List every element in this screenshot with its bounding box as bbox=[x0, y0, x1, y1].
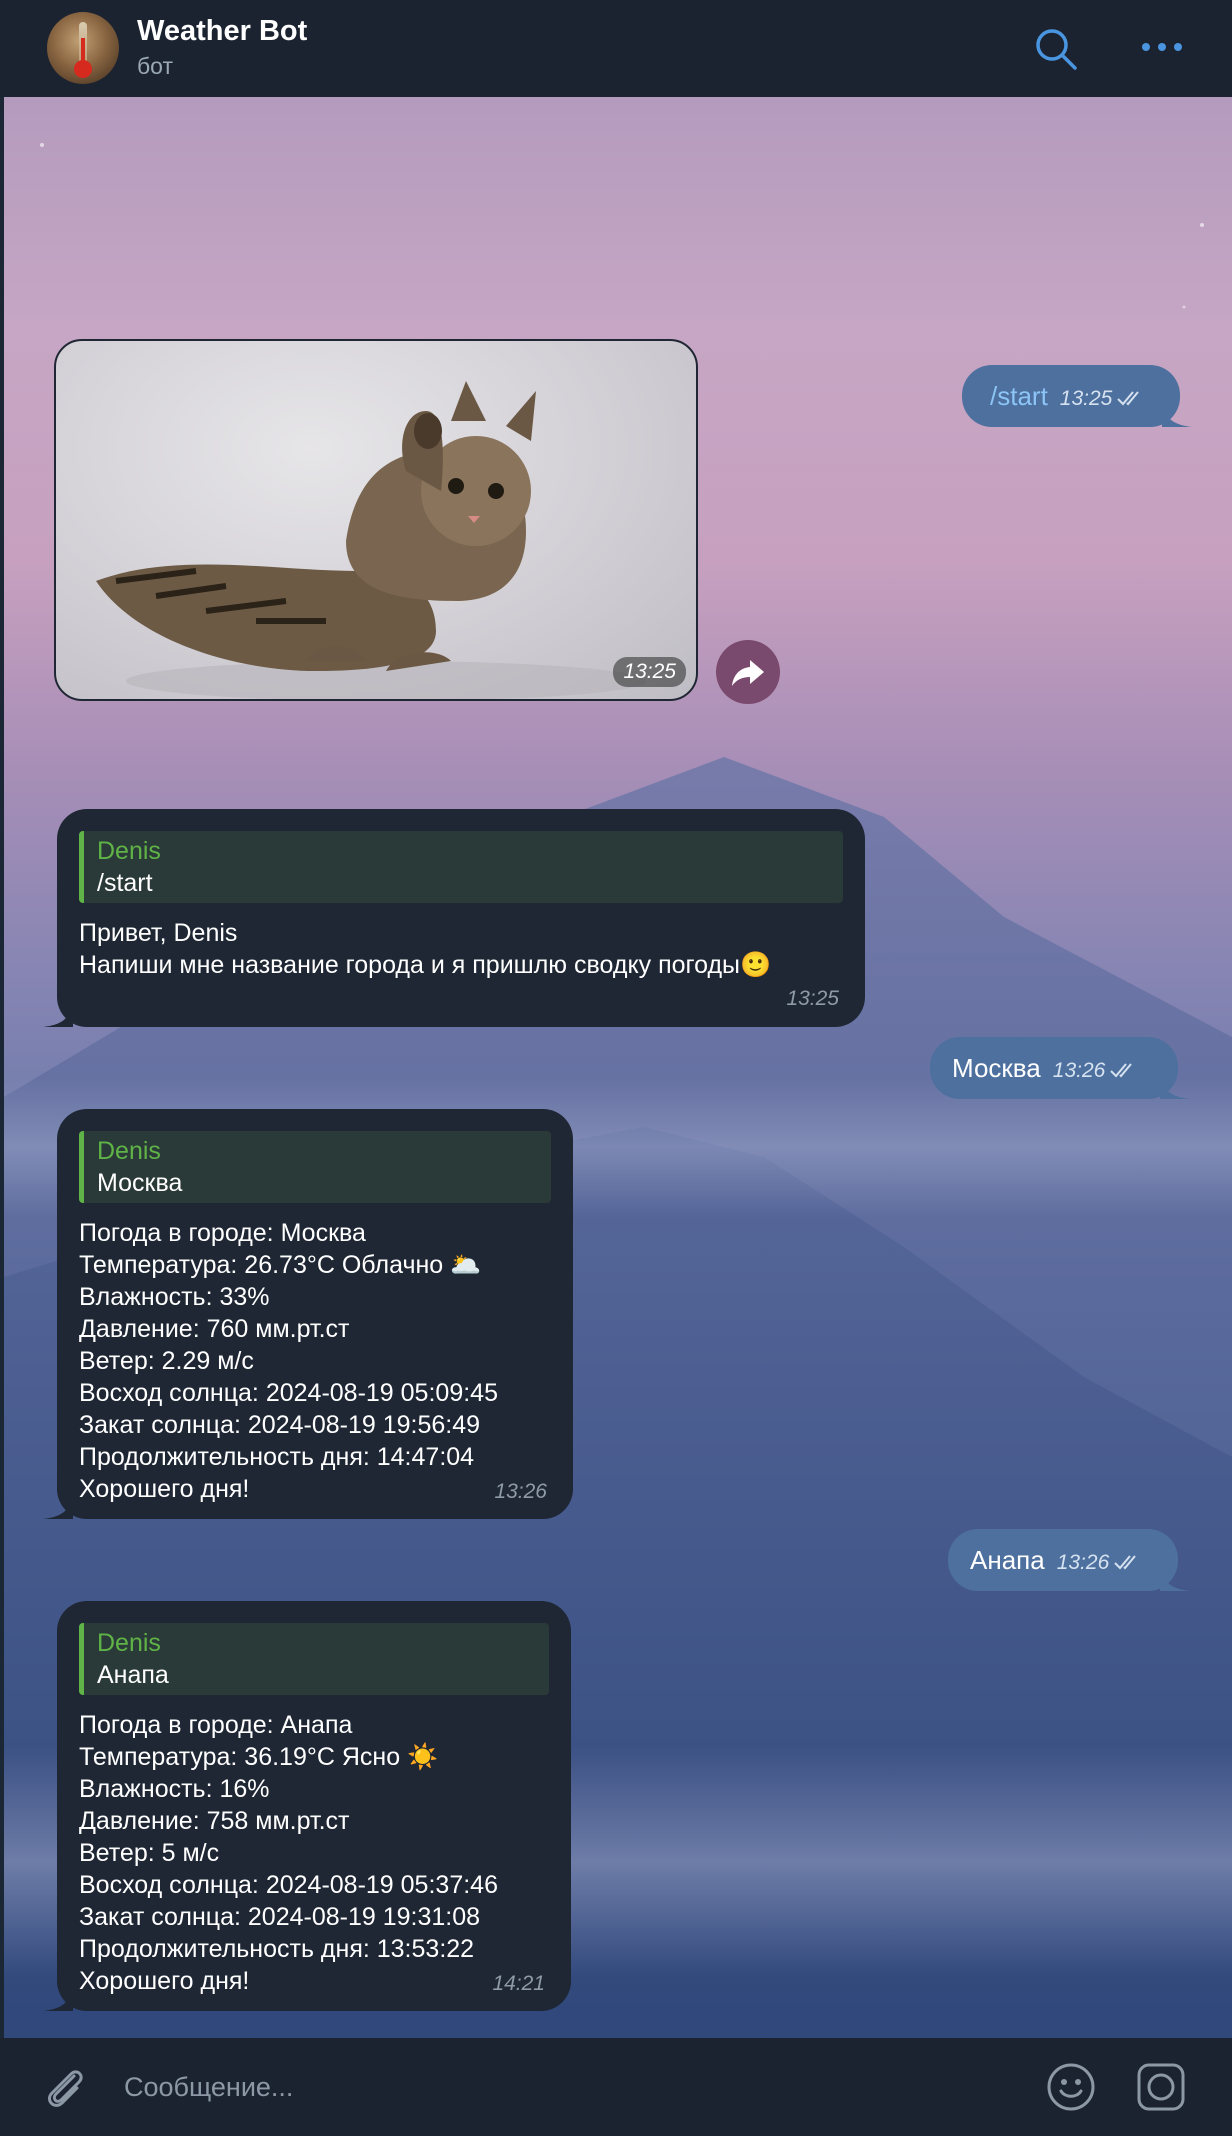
message-time: 13:25 bbox=[1059, 387, 1113, 410]
reply-author: Denis bbox=[97, 1629, 161, 1657]
chat-subtitle: бот bbox=[137, 53, 173, 79]
chat-header: Weather Bot бот bbox=[0, 0, 1232, 97]
message-time: 13:26 bbox=[1052, 1059, 1106, 1082]
incoming-message-greeting[interactable]: Denis /start Привет, Denis Напиши мне на… bbox=[43, 809, 865, 1027]
share-button[interactable] bbox=[716, 640, 780, 704]
more-options-icon[interactable] bbox=[1140, 40, 1184, 54]
kitten-photo[interactable]: 13:25 bbox=[54, 339, 698, 701]
reply-quote[interactable]: Denis Москва bbox=[79, 1131, 551, 1203]
attach-icon[interactable] bbox=[40, 2062, 90, 2112]
incoming-message-anapa-weather[interactable]: Denis Анапа Погода в городе: Анапа Темпе… bbox=[43, 1601, 571, 2011]
message-body: Погода в городе: Анапа Температура: 36.1… bbox=[79, 1711, 498, 1995]
double-check-icon bbox=[1114, 1555, 1137, 1570]
message-input[interactable]: Сообщение... bbox=[124, 2072, 293, 2103]
kitten-image bbox=[96, 381, 646, 699]
emoji-icon[interactable] bbox=[1046, 2062, 1096, 2112]
message-text[interactable]: Анапа bbox=[970, 1545, 1045, 1575]
chat-title[interactable]: Weather Bot bbox=[137, 15, 307, 48]
message-composer: Сообщение... bbox=[0, 2038, 1232, 2136]
reply-text: /start bbox=[97, 869, 153, 897]
search-icon[interactable] bbox=[1033, 26, 1079, 72]
message-text[interactable]: Москва bbox=[952, 1053, 1041, 1083]
message-time: 13:25 bbox=[786, 987, 839, 1010]
video-message-icon[interactable] bbox=[1136, 2062, 1186, 2112]
message-body: Привет, Denis Напиши мне название города… bbox=[79, 919, 772, 979]
message-time: 13:26 bbox=[494, 1480, 547, 1503]
photo-time: 13:25 bbox=[613, 657, 686, 687]
reply-author: Denis bbox=[97, 1137, 161, 1165]
message-time: 14:21 bbox=[492, 1972, 545, 1995]
bot-avatar[interactable] bbox=[47, 12, 119, 84]
message-text[interactable]: /start bbox=[990, 381, 1048, 411]
outgoing-message-start[interactable]: /start 13:25 bbox=[962, 365, 1192, 427]
share-icon bbox=[732, 660, 764, 686]
message-time: 13:26 bbox=[1056, 1551, 1110, 1574]
message-body: Погода в городе: Москва Температура: 26.… bbox=[79, 1219, 498, 1503]
outgoing-message-moscow[interactable]: Москва 13:26 bbox=[930, 1037, 1190, 1099]
double-check-icon bbox=[1117, 391, 1140, 406]
reply-quote[interactable]: Denis /start bbox=[79, 831, 843, 903]
double-check-icon bbox=[1110, 1063, 1133, 1078]
outgoing-message-anapa[interactable]: Анапа 13:26 bbox=[948, 1529, 1190, 1591]
incoming-message-moscow-weather[interactable]: Denis Москва Погода в городе: Москва Тем… bbox=[43, 1109, 573, 1519]
reply-text: Москва bbox=[97, 1169, 183, 1197]
reply-text: Анапа bbox=[97, 1661, 169, 1689]
reply-quote[interactable]: Denis Анапа bbox=[79, 1623, 549, 1695]
reply-author: Denis bbox=[97, 837, 161, 865]
